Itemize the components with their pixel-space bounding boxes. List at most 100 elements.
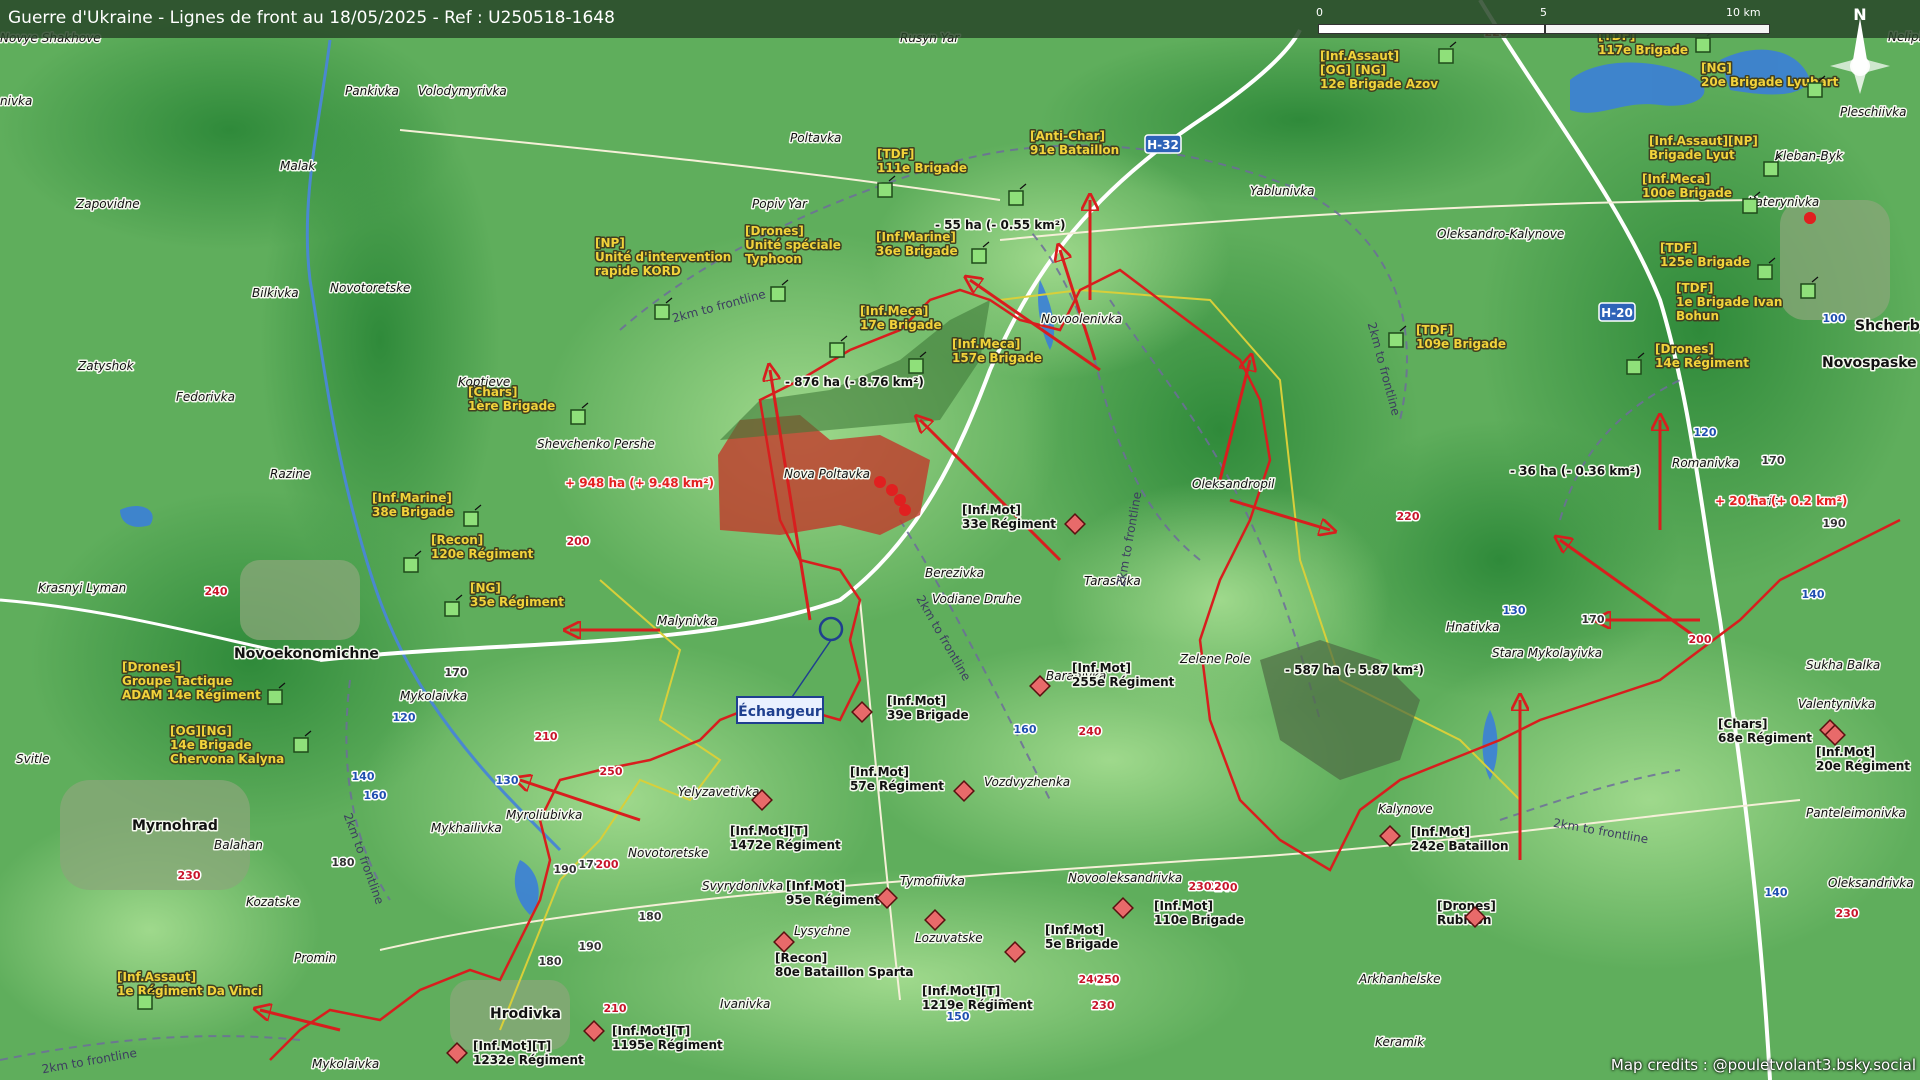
unit-label: [Inf.Mot] — [962, 503, 1021, 517]
place-label: Pleschiivka — [1840, 105, 1906, 119]
unit-label: Unité spéciale — [745, 238, 841, 252]
elevation-label: 250 — [1097, 973, 1120, 986]
unit-label: 1ère Brigade — [468, 399, 555, 413]
unit-label: 117e Brigade — [1598, 43, 1688, 57]
place-label: Oleksandropil — [1192, 477, 1275, 491]
unit-label: 95e Régiment — [786, 893, 880, 907]
unit-marker-icon — [1438, 48, 1454, 64]
place-label: Bilkivka — [252, 286, 299, 300]
unit-label: [Anti-Char] — [1030, 129, 1105, 143]
unit-label: [Inf.Mot] — [786, 879, 845, 893]
scale-bar-segment — [1545, 24, 1770, 34]
place-label: Tymofiivka — [900, 874, 965, 888]
unit-label: [Inf.Mot] — [1045, 923, 1104, 937]
place-label: Popiv Yar — [752, 197, 808, 211]
unit-marker-icon — [267, 689, 283, 705]
elevation-label: 160 — [1014, 723, 1037, 736]
place-label: Myroliubivka — [506, 808, 582, 822]
elevation-label: 140 — [352, 770, 375, 783]
place-label: Svitle — [16, 752, 49, 766]
unit-label: 35e Régiment — [470, 595, 564, 609]
unit-label: rapide KORD — [595, 264, 681, 278]
elevation-label: 180 — [539, 955, 562, 968]
unit-label: [Inf.Mot] — [1072, 661, 1131, 675]
place-label: Novoekonomichne — [234, 646, 379, 662]
place-label: Vodiane Druhe — [932, 592, 1021, 606]
place-label: Novospaske — [1822, 355, 1917, 371]
unit-label: [Drones] — [1437, 899, 1496, 913]
elevation-label: 120 — [393, 711, 416, 724]
place-label: Arkhanhelske — [1358, 972, 1441, 986]
unit-label: 39e Brigade — [887, 708, 969, 722]
elevation-label: 190 — [579, 940, 602, 953]
unit-marker-icon — [908, 358, 924, 374]
place-label: Valentynivka — [1798, 697, 1875, 711]
place-label: Zelene Pole — [1179, 652, 1250, 666]
unit-marker-icon — [829, 342, 845, 358]
unit-label: 1472e Régiment — [730, 838, 841, 852]
unit-marker-icon — [137, 994, 153, 1010]
area-change-label: + 20 ha (+ 0.2 km²) — [1715, 494, 1847, 508]
place-label: Vozdvyzhenka — [984, 775, 1070, 789]
elevation-label: 240 — [205, 585, 228, 598]
elevation-label: 130 — [1503, 604, 1526, 617]
unit-label: 5e Brigade — [1045, 937, 1118, 951]
elevation-label: 200 — [596, 858, 619, 871]
place-label: Svyrydonivka — [702, 879, 783, 893]
interchange-label: Échangeur — [738, 703, 822, 720]
place-label: Novooleksandrivka — [1068, 871, 1182, 885]
unit-label: 109e Brigade — [1416, 337, 1506, 351]
unit-label: Unité d'intervention — [595, 250, 731, 264]
place-label: Malynivka — [657, 614, 718, 628]
rus-unit[interactable]: [Drones]Rubicon — [1436, 898, 1498, 929]
place-label: Keramik — [1375, 1035, 1425, 1049]
unit-label: 20e Régiment — [1816, 759, 1910, 773]
place-label: Novotoretske — [628, 846, 708, 860]
elevation-label: 180 — [332, 856, 355, 869]
unit-marker-icon — [463, 511, 479, 527]
road-badge: H-32 — [1144, 134, 1182, 154]
unit-label: 38e Brigade — [372, 505, 454, 519]
unit-label: [Chars] — [468, 385, 517, 399]
place-label: Lozuvatske — [915, 931, 983, 945]
unit-label: [Inf.Mot][T] — [612, 1024, 690, 1038]
place-label: Zatyshok — [77, 359, 135, 373]
scale-bar: 0 5 10 km — [1316, 6, 1770, 34]
elevation-label: 230 — [178, 869, 201, 882]
unit-label: [NG] — [470, 581, 501, 595]
unit-label: [Inf.Mot] — [887, 694, 946, 708]
place-label: Novotoretske — [330, 281, 410, 295]
elevation-label: 140 — [1765, 886, 1788, 899]
elevation-label: 180 — [639, 910, 662, 923]
place-label: Romanivka — [1672, 456, 1739, 470]
interchange-callout[interactable]: Échangeur — [736, 696, 824, 724]
elevation-label: 140 — [1802, 588, 1825, 601]
unit-label: Chervona Kalyna — [170, 752, 284, 766]
unit-label: [OG][NG] — [170, 724, 232, 738]
road-number: H-20 — [1601, 306, 1633, 320]
unit-label: [Inf.Mot][T] — [922, 984, 1000, 998]
unit-marker-icon — [770, 286, 786, 302]
unit-label: [TDF] — [1660, 241, 1697, 255]
unit-marker-icon — [1388, 332, 1404, 348]
unit-label: [Chars] — [1718, 717, 1767, 731]
unit-label: [Inf.Mot][T] — [730, 824, 808, 838]
unit-label: [Inf.Mot] — [1816, 745, 1875, 759]
unit-marker-icon — [1763, 161, 1779, 177]
unit-label: Typhoon — [745, 252, 802, 266]
unit-label: [Inf.Meca] — [952, 337, 1020, 351]
unit-label: [Drones] — [1655, 342, 1714, 356]
elevation-label: 170 — [445, 666, 468, 679]
elevation-label: 220 — [1397, 510, 1420, 523]
unit-label: 242e Bataillon — [1411, 839, 1509, 853]
place-label: Yablunivka — [1250, 184, 1314, 198]
place-label: Hrodivka — [490, 1006, 561, 1022]
unit-label: 1195e Régiment — [612, 1038, 723, 1052]
north-label: N — [1853, 6, 1866, 24]
elevation-label: 190 — [554, 863, 577, 876]
road-badge: H-20 — [1598, 302, 1636, 322]
elevation-label: 230 — [1836, 907, 1859, 920]
unit-label: [Recon] — [431, 533, 483, 547]
scale-bar-segment — [1318, 24, 1545, 34]
place-label: Lysychne — [794, 924, 850, 938]
